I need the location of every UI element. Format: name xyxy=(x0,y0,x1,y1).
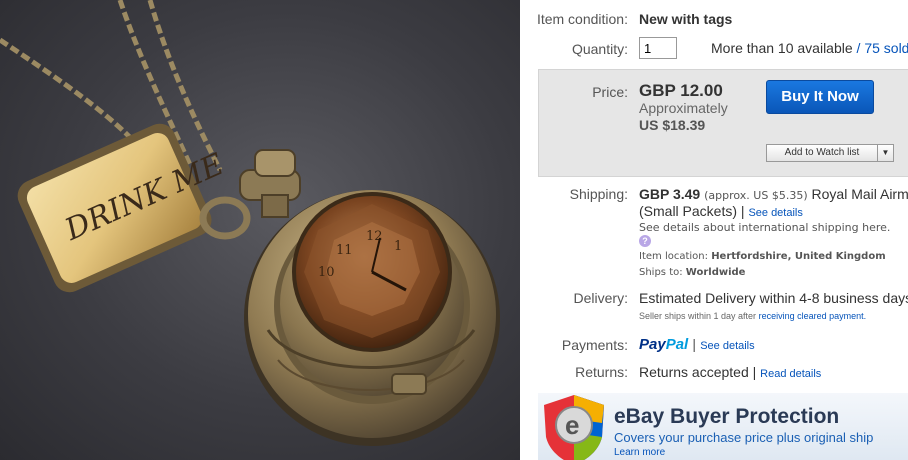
ships-to: Ships to: Worldwide xyxy=(639,267,745,278)
buyer-protection-banner[interactable]: e eBay Buyer Protection Covers your purc… xyxy=(538,393,908,460)
protection-title: eBay Buyer Protection xyxy=(614,405,840,428)
paypal-logo-pay: Pay xyxy=(639,336,666,353)
clock-numeral: 11 xyxy=(336,243,353,258)
product-photo[interactable]: DRINK ME 11 12 1 10 xyxy=(0,0,520,460)
payments-see-details-link[interactable]: See details xyxy=(700,340,754,352)
clock-numeral: 1 xyxy=(394,239,402,254)
shipping-service: Royal Mail Airm xyxy=(811,186,908,202)
item-location-value: Hertfordshire, United Kingdom xyxy=(711,251,886,262)
shipping-cost-line: GBP 3.49 (approx. US $5.35) Royal Mail A… xyxy=(639,186,908,202)
ships-to-label: Ships to: xyxy=(639,267,683,278)
buy-it-now-button[interactable]: Buy It Now xyxy=(766,80,874,114)
sold-separator: / xyxy=(856,40,861,56)
clock-numeral: 10 xyxy=(318,265,335,280)
shield-letter: e xyxy=(565,410,579,440)
availability: More than 10 available / 75 sold xyxy=(711,40,908,56)
returns-value: Returns accepted xyxy=(639,364,749,380)
quantity-input[interactable] xyxy=(639,37,677,59)
learn-more-link[interactable]: Learn more xyxy=(614,447,665,458)
approx-label: Approximately xyxy=(639,100,728,116)
delivery-note-text: Seller ships within 1 day after xyxy=(639,311,757,321)
watch-list-button[interactable]: Add to Watch list ▼ xyxy=(766,144,894,162)
item-location-label: Item location: xyxy=(639,251,708,262)
delivery-note: Seller ships within 1 day after receivin… xyxy=(639,311,866,321)
item-details-panel: Item condition: New with tags Quantity: … xyxy=(520,0,908,460)
ships-to-value: Worldwide xyxy=(685,267,746,278)
returns-label: Returns: xyxy=(575,364,628,380)
payments-separator: | xyxy=(692,336,697,352)
price-value: GBP 12.00 xyxy=(639,81,723,100)
shipping-label: Shipping: xyxy=(569,186,628,202)
available-text: More than 10 available xyxy=(711,40,853,56)
payments-label: Payments: xyxy=(561,337,628,353)
shipping-see-details-link[interactable]: See details xyxy=(748,207,802,219)
international-shipping-note[interactable]: See details about international shipping… xyxy=(639,221,890,234)
delivery-estimate: Estimated Delivery within 4-8 business d… xyxy=(639,290,908,306)
condition-value: New with tags xyxy=(639,11,733,27)
paypal-logo: PayPal | See details xyxy=(639,336,755,353)
delivery-note-link[interactable]: receiving cleared payment. xyxy=(759,311,867,321)
delivery-label: Delivery: xyxy=(573,290,628,306)
shipping-service-detail: (Small Packets) | xyxy=(639,203,745,219)
returns-separator: | xyxy=(752,364,757,380)
paypal-logo-pal: Pal xyxy=(665,336,689,353)
watch-case: 11 12 1 10 xyxy=(244,190,500,446)
pocket-watch-necklace-image: DRINK ME 11 12 1 10 xyxy=(0,0,500,446)
watch-list-label[interactable]: Add to Watch list xyxy=(767,145,878,161)
protection-subtitle: Covers your purchase price plus original… xyxy=(614,430,874,445)
quantity-label: Quantity: xyxy=(571,41,628,57)
item-location: Item location: Hertfordshire, United Kin… xyxy=(639,251,886,262)
help-icon[interactable]: ? xyxy=(639,235,651,247)
chevron-down-icon[interactable]: ▼ xyxy=(878,145,893,161)
shield-icon: e xyxy=(544,395,604,460)
price-label: Price: xyxy=(592,84,628,100)
approx-price: US $18.39 xyxy=(639,117,706,133)
returns-read-details-link[interactable]: Read details xyxy=(760,368,821,380)
shipping-approx: (approx. US $5.35) xyxy=(704,189,808,202)
condition-label: Item condition: xyxy=(536,11,628,27)
shipping-detail-line: (Small Packets) | See details xyxy=(639,203,803,219)
shipping-cost: GBP 3.49 xyxy=(639,186,701,202)
returns-line: Returns accepted | Read details xyxy=(639,364,821,380)
sold-count-link[interactable]: 75 sold xyxy=(864,40,908,56)
